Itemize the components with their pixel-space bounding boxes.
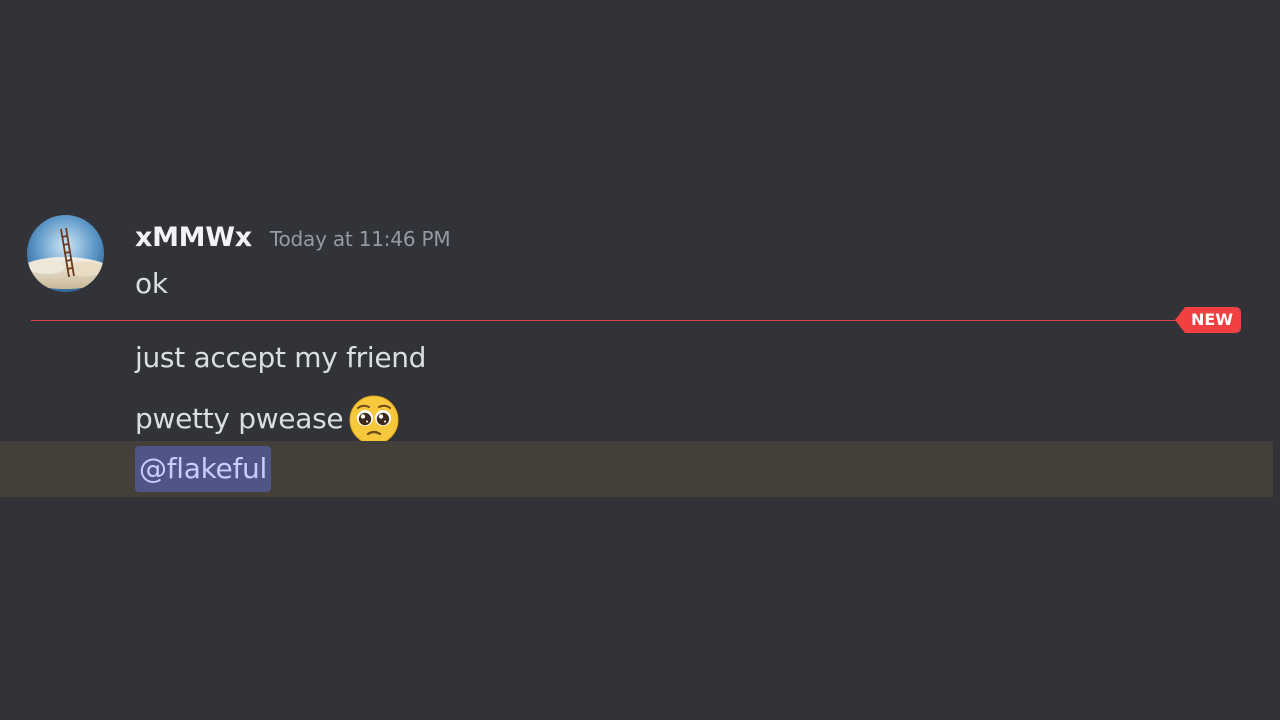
new-badge-label: NEW xyxy=(1185,307,1241,333)
message-text-friend: just accept my friend xyxy=(135,341,427,374)
chat-messages: xMMWx Today at 11:46 PM ok NEW just acce… xyxy=(0,0,1280,720)
message-timestamp[interactable]: Today at 11:46 PM xyxy=(270,227,451,251)
message-header: xMMWx Today at 11:46 PM xyxy=(135,222,451,258)
username[interactable]: xMMWx xyxy=(135,222,252,253)
badge-arrow-icon xyxy=(1175,307,1185,333)
pleading-face-icon[interactable] xyxy=(349,395,399,445)
new-messages-divider xyxy=(31,320,1181,321)
user-mention[interactable]: @flakeful xyxy=(135,446,271,492)
message-text-please-label: pwetty pwease xyxy=(135,402,344,435)
message-text-please: pwetty pwease xyxy=(135,394,399,445)
user-avatar[interactable] xyxy=(27,215,104,292)
message-text-ok: ok xyxy=(135,267,168,300)
new-messages-badge[interactable]: NEW xyxy=(1175,307,1241,333)
